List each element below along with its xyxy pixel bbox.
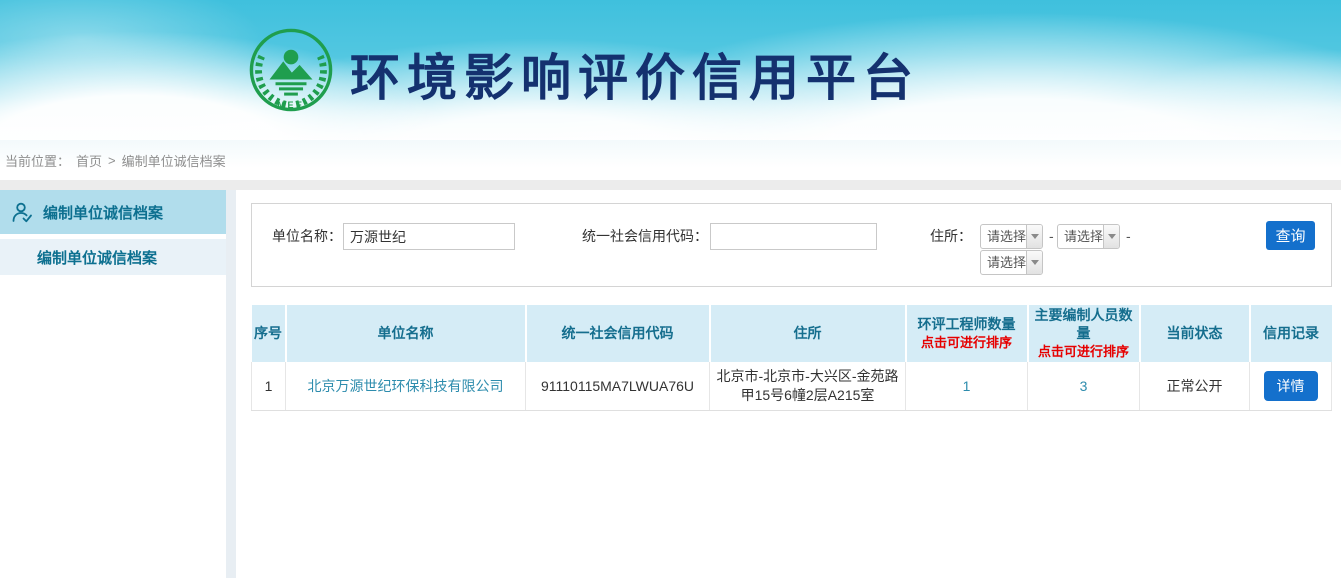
breadcrumb-label: 当前位置： (5, 151, 70, 170)
col-index: 序号 (252, 305, 286, 362)
status-value: 正常公开 (1140, 362, 1250, 410)
credit-code-label: 统一社会信用代码： (582, 223, 708, 249)
address-city-select[interactable]: 请选择 (1057, 224, 1120, 249)
mee-logo-icon: MEE (248, 27, 334, 113)
query-button[interactable]: 查询 (1266, 221, 1315, 250)
detail-button[interactable]: 详情 (1264, 371, 1318, 401)
unit-name-input[interactable] (343, 223, 515, 250)
chevron-down-icon[interactable] (1026, 251, 1042, 274)
sidebar-item-archive[interactable]: 编制单位诚信档案 (0, 190, 226, 234)
row-index: 1 (252, 362, 286, 410)
site-header: MEE 环境影响评价信用平台 (0, 0, 1341, 140)
main-panel: 单位名称： 统一社会信用代码： 住所： 请选择 - 请选择 - 请选择 查询 (236, 190, 1341, 578)
sidebar-subitem-archive[interactable]: 编制单位诚信档案 (0, 239, 226, 275)
chevron-down-icon[interactable] (1026, 225, 1042, 248)
address-district-value: 请选择 (981, 251, 1026, 274)
page-title: 环境影响评价信用平台 (350, 38, 920, 110)
col-staff-count[interactable]: 主要编制人员数量 点击可进行排序 (1028, 305, 1140, 362)
user-check-icon (10, 200, 34, 224)
address-district-select[interactable]: 请选择 (980, 250, 1043, 275)
col-engineer-count[interactable]: 环评工程师数量 点击可进行排序 (906, 305, 1028, 362)
breadcrumb-home-link[interactable]: 首页 (76, 151, 102, 170)
address-city-value: 请选择 (1058, 225, 1103, 248)
search-panel: 单位名称： 统一社会信用代码： 住所： 请选择 - 请选择 - 请选择 查询 (251, 203, 1332, 287)
mee-logo-text: MEE (277, 100, 304, 110)
col-credit-code: 统一社会信用代码 (526, 305, 710, 362)
col-staff-count-label: 主要编制人员数量 (1031, 307, 1137, 342)
col-engineer-count-label: 环评工程师数量 (909, 316, 1025, 334)
sidebar: 编制单位诚信档案 编制单位诚信档案 (0, 190, 226, 578)
breadcrumb: 当前位置： 首页 > 编制单位诚信档案 (0, 140, 1341, 180)
col-status: 当前状态 (1140, 305, 1250, 362)
content-area: 编制单位诚信档案 编制单位诚信档案 单位名称： 统一社会信用代码： 住所： 请选… (0, 190, 1341, 578)
credit-code-value: 91110115MA7LWUA76U (526, 362, 710, 410)
staff-sort-hint[interactable]: 点击可进行排序 (1031, 344, 1137, 360)
address-dash-1: - (1049, 223, 1054, 249)
table-header-row: 序号 单位名称 统一社会信用代码 住所 环评工程师数量 点击可进行排序 主要编制… (252, 305, 1332, 362)
results-table: 序号 单位名称 统一社会信用代码 住所 环评工程师数量 点击可进行排序 主要编制… (251, 305, 1332, 411)
col-credit-record: 信用记录 (1250, 305, 1332, 362)
engineer-sort-hint[interactable]: 点击可进行排序 (909, 335, 1025, 351)
engineer-count-link[interactable]: 1 (963, 378, 971, 394)
staff-count-link[interactable]: 3 (1080, 378, 1088, 394)
col-address: 住所 (710, 305, 906, 362)
address-province-select[interactable]: 请选择 (980, 224, 1043, 249)
sidebar-item-label: 编制单位诚信档案 (43, 202, 163, 223)
company-link[interactable]: 北京万源世纪环保科技有限公司 (308, 378, 504, 394)
address-province-value: 请选择 (981, 225, 1026, 248)
breadcrumb-separator-icon: > (108, 153, 116, 168)
sidebar-divider (226, 190, 236, 578)
unit-name-label: 单位名称： (272, 223, 342, 249)
col-company: 单位名称 (286, 305, 526, 362)
address-dash-2: - (1126, 223, 1131, 249)
chevron-down-icon[interactable] (1103, 225, 1119, 248)
table-row: 1 北京万源世纪环保科技有限公司 91110115MA7LWUA76U 北京市-… (252, 362, 1332, 410)
address-label: 住所： (930, 223, 972, 249)
divider-band (0, 180, 1341, 190)
credit-code-input[interactable] (710, 223, 877, 250)
address-value: 北京市-北京市-大兴区-金苑路甲15号6幢2层A215室 (710, 362, 906, 410)
breadcrumb-current: 编制单位诚信档案 (122, 151, 226, 170)
